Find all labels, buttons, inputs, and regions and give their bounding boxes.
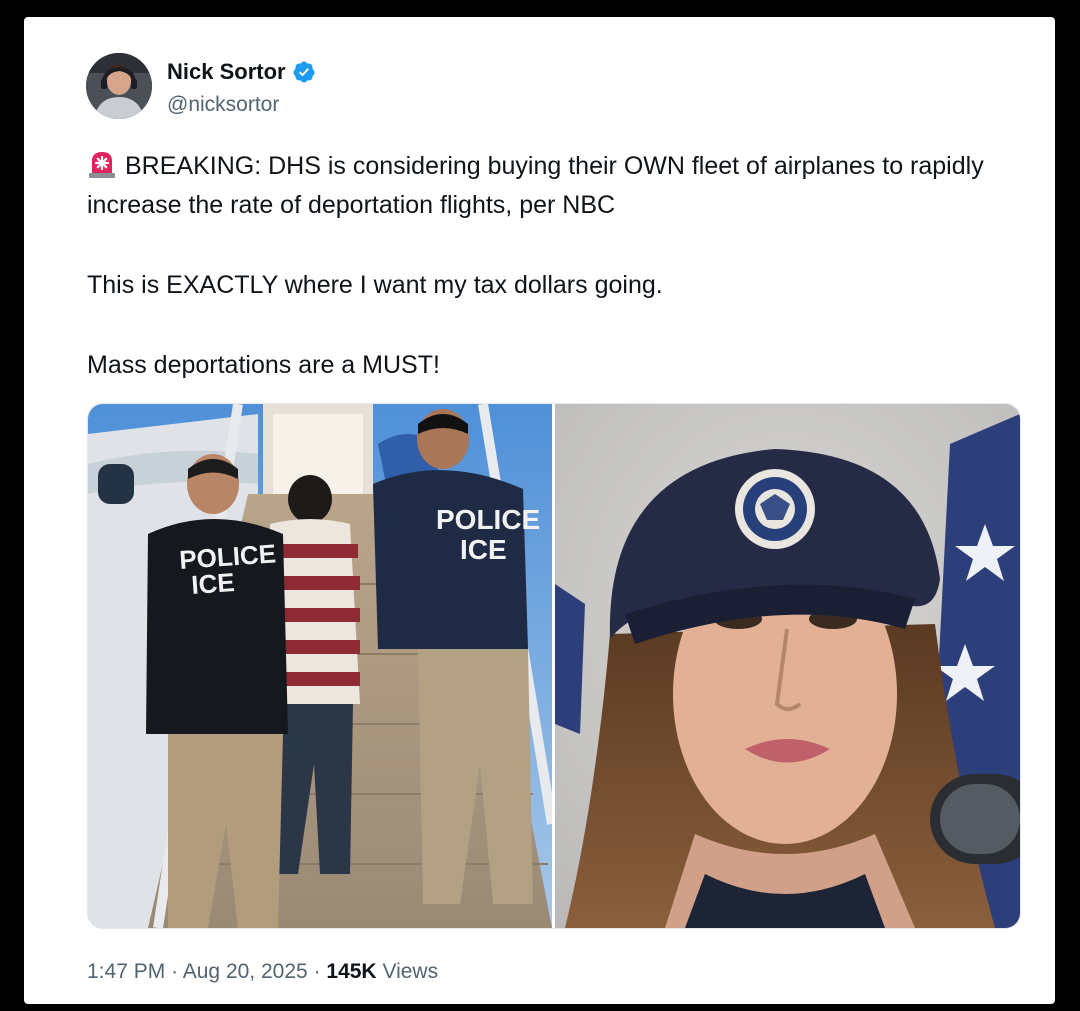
verified-badge-icon <box>293 61 315 83</box>
author-name-row[interactable]: Nick Sortor <box>167 59 316 85</box>
avatar[interactable] <box>86 53 152 119</box>
tweet-paragraph-1: BREAKING: DHS is considering buying thei… <box>87 147 1037 225</box>
siren-emoji-icon <box>89 152 115 178</box>
tweet-paragraph-3: Mass deportations are a MUST! <box>87 351 440 379</box>
left-officer-jacket-text-ice: ICE <box>190 567 235 600</box>
tweet-time[interactable]: 1:47 PM <box>87 960 165 983</box>
views-label: Views <box>382 960 439 983</box>
tweet-meta: 1:47 PM · Aug 20, 2025 · 145K Views <box>87 960 438 984</box>
photo-woman-dhs-cap[interactable] <box>555 404 1020 928</box>
author-name[interactable]: Nick Sortor <box>167 59 286 85</box>
tweet-card: Nick Sortor @nicksortor BREAKING: DHS is… <box>36 23 1046 998</box>
right-officer-jacket-text-police: POLICE <box>436 504 540 535</box>
views-count: 145K <box>326 960 377 983</box>
tweet-date[interactable]: Aug 20, 2025 <box>183 960 308 983</box>
screenshot-frame: Nick Sortor @nicksortor BREAKING: DHS is… <box>24 17 1055 1004</box>
separator: · <box>171 960 179 983</box>
tweet-media[interactable]: POLICE ICE POLICE ICE <box>87 403 1021 929</box>
author-handle[interactable]: @nicksortor <box>167 93 279 117</box>
tweet-text: BREAKING: DHS is considering buying thei… <box>87 147 1037 385</box>
photo-ice-officers-boarding[interactable]: POLICE ICE POLICE ICE <box>88 404 552 928</box>
right-officer-jacket-text-ice: ICE <box>460 534 507 565</box>
separator: · <box>313 960 321 983</box>
tweet-paragraph-2: This is EXACTLY where I want my tax doll… <box>87 271 663 299</box>
